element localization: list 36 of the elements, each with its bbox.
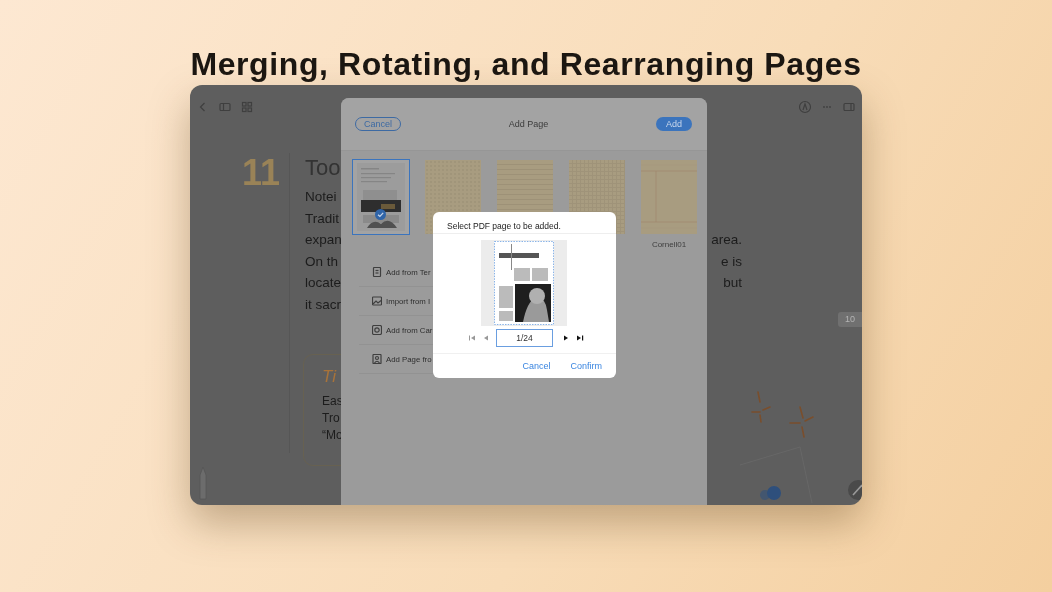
- check-icon: [375, 209, 386, 220]
- grid-icon[interactable]: [240, 100, 254, 114]
- pen-icon[interactable]: [798, 100, 812, 114]
- note-text: expan: [305, 231, 342, 250]
- page-number-field[interactable]: 1/24: [496, 329, 553, 347]
- headline: Merging, Rotating, and Rearranging Pages: [190, 45, 862, 84]
- portrait-icon: [372, 354, 382, 364]
- note-text: Tradit: [305, 209, 339, 228]
- tip-title: Ti: [322, 365, 336, 388]
- panel-icon[interactable]: [842, 100, 856, 114]
- note-text: locate: [305, 274, 342, 293]
- template-label: Cornell01: [651, 240, 687, 250]
- tip-text: Tro: [322, 409, 341, 427]
- next-page-icon[interactable]: [562, 334, 570, 342]
- note-text: On th: [305, 252, 339, 271]
- note-text: it sacr: [305, 295, 341, 314]
- sheet-title: Add Page: [508, 119, 549, 129]
- confirm-button[interactable]: Confirm: [570, 361, 602, 371]
- color-dot-icon[interactable]: [758, 485, 782, 501]
- note-text: but: [723, 274, 742, 293]
- camera-icon: [372, 325, 382, 335]
- page-number: 11: [240, 153, 281, 195]
- note-text: area.: [711, 231, 742, 250]
- previous-page-icon[interactable]: [482, 334, 490, 342]
- last-page-icon[interactable]: [576, 334, 584, 342]
- sidebar-icon[interactable]: [218, 100, 232, 114]
- note-text: e is: [721, 252, 742, 271]
- document-icon: [372, 267, 382, 277]
- dialog-title: Select PDF page to be added.: [433, 212, 616, 234]
- pen-icon[interactable]: [847, 479, 862, 501]
- note-text: Notei: [305, 188, 337, 206]
- page-badge: 10: [838, 312, 862, 327]
- cancel-button[interactable]: Cancel: [522, 361, 551, 371]
- add-button[interactable]: Add: [655, 117, 692, 131]
- image-icon: [372, 296, 382, 306]
- first-page-icon[interactable]: [468, 334, 476, 342]
